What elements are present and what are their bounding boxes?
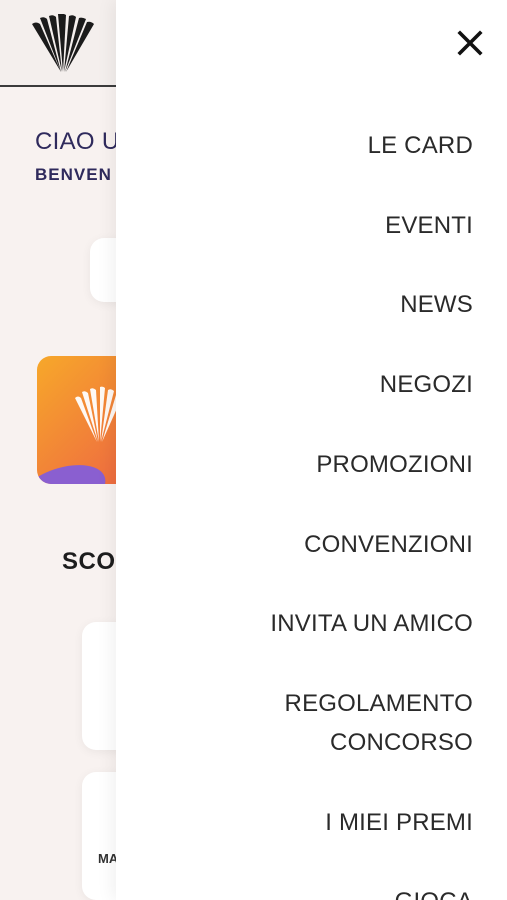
greeting-text: CIAO U	[35, 128, 120, 155]
welcome-text: BENVEN	[35, 165, 112, 184]
menu-item-regolamento-concorso[interactable]: REGOLAMENTO CONCORSO	[133, 684, 473, 762]
menu-item-eventi[interactable]: EVENTI	[133, 206, 473, 245]
close-icon[interactable]	[453, 26, 487, 60]
menu-item-convenzioni[interactable]: CONVENZIONI	[133, 525, 473, 564]
menu-item-news[interactable]: NEWS	[133, 285, 473, 324]
menu-item-i-miei-premi[interactable]: I MIEI PREMI	[133, 803, 473, 842]
menu-item-promozioni[interactable]: PROMOZIONI	[133, 445, 473, 484]
brand-logo	[32, 14, 94, 73]
card-swoosh	[37, 455, 112, 484]
menu-item-invita-un-amico[interactable]: INVITA UN AMICO	[133, 604, 473, 643]
side-drawer-menu: LE CARD EVENTI NEWS NEGOZI PROMOZIONI CO…	[116, 0, 507, 900]
menu-item-negozi[interactable]: NEGOZI	[133, 365, 473, 404]
menu-item-gioca[interactable]: GIOCA	[133, 882, 473, 900]
section-title: SCO	[62, 548, 116, 575]
menu-item-le-card[interactable]: LE CARD	[133, 126, 473, 165]
